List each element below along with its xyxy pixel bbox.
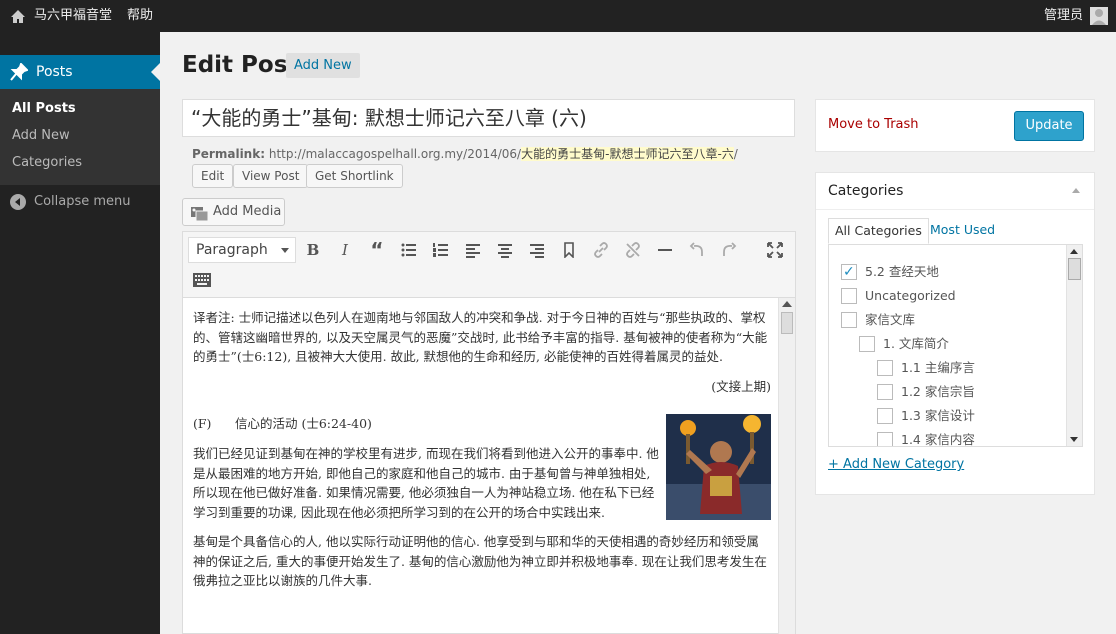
menu-item-label: Posts xyxy=(36,64,73,80)
category-checkbox[interactable] xyxy=(841,312,857,328)
align-center-icon[interactable] xyxy=(493,238,517,262)
undo-icon[interactable] xyxy=(685,238,709,262)
scroll-thumb[interactable] xyxy=(781,312,793,334)
main-content: Edit Post Add New “大能的勇士”基甸: 默想士师记六至八章 (… xyxy=(160,32,1116,634)
italic-icon[interactable]: I xyxy=(333,238,357,262)
bold-icon[interactable]: B xyxy=(301,238,325,262)
update-button[interactable]: Update xyxy=(1014,111,1084,141)
tab-most-used[interactable]: Most Used xyxy=(924,218,1001,244)
format-select[interactable]: Paragraph xyxy=(188,237,296,263)
blockquote-icon[interactable]: “ xyxy=(365,238,389,262)
permalink-slug[interactable]: 大能的勇士基甸-默想士师记六至八章-六 xyxy=(521,147,734,161)
divider xyxy=(816,209,1094,210)
post-title-input[interactable]: “大能的勇士”基甸: 默想士师记六至八章 (六) xyxy=(182,99,795,137)
menu-item-posts[interactable]: Posts xyxy=(0,55,160,89)
category-name: 1.3 家信设计 xyxy=(901,408,975,423)
admin-menu: Posts All Posts Add New Categories Colla… xyxy=(0,32,160,634)
permalink: Permalink: http://malaccagospelhall.org.… xyxy=(192,145,738,163)
view-post-button[interactable]: View Post xyxy=(233,164,309,188)
permalink-tail: / xyxy=(733,147,738,161)
category-checkbox[interactable] xyxy=(877,408,893,424)
scroll-thumb[interactable] xyxy=(1068,258,1081,280)
keyboard-icon[interactable] xyxy=(190,268,214,292)
chevron-down-icon xyxy=(281,248,289,253)
horizontal-line-icon[interactable] xyxy=(653,238,677,262)
current-menu-arrow xyxy=(151,63,160,81)
post-editor: Paragraph B I “ 译者注: 士师记描述以色列人在迦南地与邻国敌人的… xyxy=(182,231,796,634)
category-name: 1.2 家信宗旨 xyxy=(901,384,975,399)
scroll-up-icon[interactable] xyxy=(782,301,792,307)
intro-paragraph: 译者注: 士师记描述以色列人在迦南地与邻国敌人的冲突和争战. 对于今日神的百姓与… xyxy=(193,310,768,364)
category-checkbox[interactable]: ✓ xyxy=(841,264,857,280)
edit-permalink-button[interactable]: Edit xyxy=(192,164,234,188)
collapse-icon xyxy=(10,194,26,210)
continued-note: (文接上期) xyxy=(711,378,771,394)
editor-scrollbar[interactable] xyxy=(778,298,795,634)
category-checkbox[interactable] xyxy=(841,288,857,304)
category-checkbox[interactable] xyxy=(877,384,893,400)
fullscreen-icon[interactable] xyxy=(763,238,787,262)
user-name[interactable]: 管理员 xyxy=(1044,0,1083,32)
avatar[interactable] xyxy=(1090,0,1108,32)
format-select-value: Paragraph xyxy=(196,242,268,258)
category-name: 家信文库 xyxy=(865,312,916,327)
category-name: 1.1 主编序言 xyxy=(901,360,975,375)
editor-content[interactable]: 译者注: 士师记描述以色列人在迦南地与邻国敌人的冲突和争战. 对于今日神的百姓与… xyxy=(193,308,771,628)
chevron-up-icon[interactable] xyxy=(1072,188,1080,193)
add-new-category-link[interactable]: + Add New Category xyxy=(828,457,964,472)
media-icon xyxy=(191,205,209,231)
add-media-label: Add Media xyxy=(213,204,282,219)
section-label: (F) xyxy=(193,416,212,431)
categories-title: Categories xyxy=(828,183,904,199)
site-name-link[interactable]: 马六甲福音堂 xyxy=(34,0,112,32)
home-icon[interactable] xyxy=(10,0,26,32)
scroll-down-icon[interactable] xyxy=(1070,437,1078,442)
body-paragraph-2: 基甸是个具备信心的人, 他以实际行动证明他的信心. 他享受到与耶和华的天使相遇的… xyxy=(193,534,767,588)
get-shortlink-button[interactable]: Get Shortlink xyxy=(306,164,403,188)
categories-box: Categories All Categories Most Used ✓ 5.… xyxy=(815,172,1095,495)
pin-icon xyxy=(10,62,29,85)
collapse-label: Collapse menu xyxy=(34,194,131,209)
category-checkbox[interactable] xyxy=(877,360,893,376)
submenu-add-new[interactable]: Add New xyxy=(12,126,70,146)
align-right-icon[interactable] xyxy=(525,238,549,262)
redo-icon[interactable] xyxy=(717,238,741,262)
category-checkbox[interactable] xyxy=(877,432,893,446)
permalink-label: Permalink: xyxy=(192,147,266,161)
link-icon[interactable] xyxy=(589,238,613,262)
category-name: 1. 文库简介 xyxy=(883,336,949,351)
category-name: 5.2 查经天地 xyxy=(865,264,939,279)
permalink-base[interactable]: http://malaccagospelhall.org.my/2014/06/ xyxy=(269,147,521,161)
section-title: 信心的活动 (士6:24-40) xyxy=(235,416,372,431)
unlink-icon[interactable] xyxy=(621,238,645,262)
posts-submenu: All Posts Add New Categories xyxy=(0,89,160,185)
scroll-up-icon[interactable] xyxy=(1070,249,1078,254)
add-new-button[interactable]: Add New xyxy=(286,53,360,78)
admin-bar: 马六甲福音堂 帮助 管理员 xyxy=(0,0,1116,32)
category-name: 1.4 家信内容 xyxy=(901,432,975,447)
page-title: Edit Post xyxy=(182,52,299,78)
bullet-list-icon[interactable] xyxy=(397,238,421,262)
category-checkbox[interactable] xyxy=(859,336,875,352)
category-scrollbar[interactable] xyxy=(1066,245,1082,446)
more-tag-icon[interactable] xyxy=(557,238,581,262)
section-heading: (F) 信心的活动 (士6:24-40) xyxy=(193,414,771,434)
editor-toolbar: Paragraph B I “ xyxy=(183,232,795,298)
help-link[interactable]: 帮助 xyxy=(127,0,153,32)
category-checklist: ✓ 5.2 查经天地 Uncategorized 家信文库 1. 文库简介 1.… xyxy=(828,244,1083,447)
numbered-list-icon[interactable] xyxy=(429,238,453,262)
tab-all-categories[interactable]: All Categories xyxy=(828,218,929,244)
submenu-categories[interactable]: Categories xyxy=(12,153,82,173)
category-name: Uncategorized xyxy=(865,288,956,303)
align-left-icon[interactable] xyxy=(461,238,485,262)
add-media-button[interactable]: Add Media xyxy=(182,198,285,226)
move-to-trash-link[interactable]: Move to Trash xyxy=(828,117,919,132)
submenu-all-posts[interactable]: All Posts xyxy=(12,99,76,119)
check-icon: ✓ xyxy=(843,264,855,280)
publish-box: Move to Trash Update xyxy=(815,99,1095,152)
